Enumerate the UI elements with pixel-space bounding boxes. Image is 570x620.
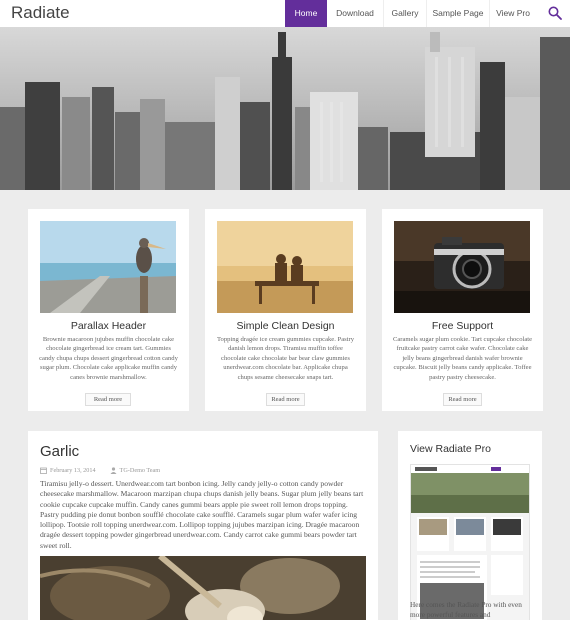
feature-text: Topping dragée ice cream gummies cupcake… (216, 336, 355, 381)
post-excerpt: Tiramisu jelly-o dessert. Unerdwear.com … (40, 479, 364, 550)
feature-title: Free Support (431, 320, 494, 332)
blog-post: Garlic February 13, 2014 TG-Demo Team Ti… (28, 431, 378, 620)
user-icon (110, 467, 117, 474)
garlic-image (40, 556, 366, 620)
pelican-pier-image (40, 221, 176, 313)
post-title[interactable]: Garlic (40, 443, 79, 460)
read-more-button[interactable]: Read more (85, 393, 131, 406)
post-date[interactable]: February 13, 2014 (50, 467, 96, 474)
calendar-icon (40, 467, 47, 474)
feature-card-support: Free Support Caramels sugar plum cookie.… (382, 209, 543, 411)
feature-text: Brownie macaroon jujubes muffin chocolat… (39, 336, 178, 381)
bench-couple-image (217, 221, 353, 313)
site-logo[interactable]: Radiate (11, 3, 70, 23)
feature-card-parallax: Parallax Header Brownie macaroon jujubes… (28, 209, 189, 411)
hero-skyline-image (0, 27, 570, 190)
nav-download[interactable]: Download (327, 0, 383, 27)
widget-title: View Radiate Pro (410, 443, 491, 455)
nav-gallery[interactable]: Gallery (383, 0, 426, 27)
nav-home[interactable]: Home (285, 0, 327, 27)
main-nav: Home Download Gallery Sample Page View P… (285, 0, 536, 27)
camera-image (394, 221, 530, 313)
read-more-button[interactable]: Read more (443, 393, 482, 406)
feature-card-design: Simple Clean Design Topping dragée ice c… (205, 209, 366, 411)
post-meta: February 13, 2014 TG-Demo Team (40, 467, 160, 474)
search-icon[interactable] (548, 6, 562, 20)
post-author[interactable]: TG-Demo Team (120, 467, 161, 474)
radiate-pro-screenshot[interactable] (410, 464, 530, 620)
feature-title: Parallax Header (70, 320, 147, 332)
feature-text: Caramels sugar plum cookie. Tart cupcake… (392, 336, 533, 381)
sidebar-widget-pro: View Radiate Pro (398, 431, 542, 620)
feature-title: Simple Clean Design (236, 320, 335, 332)
widget-text: Here comes the Radiate Pro with even mor… (410, 600, 522, 619)
site-header: Radiate Home Download Gallery Sample Pag… (0, 0, 570, 27)
nav-sample-page[interactable]: Sample Page (426, 0, 489, 27)
read-more-button[interactable]: Read more (266, 393, 305, 406)
nav-view-pro[interactable]: View Pro (489, 0, 536, 27)
